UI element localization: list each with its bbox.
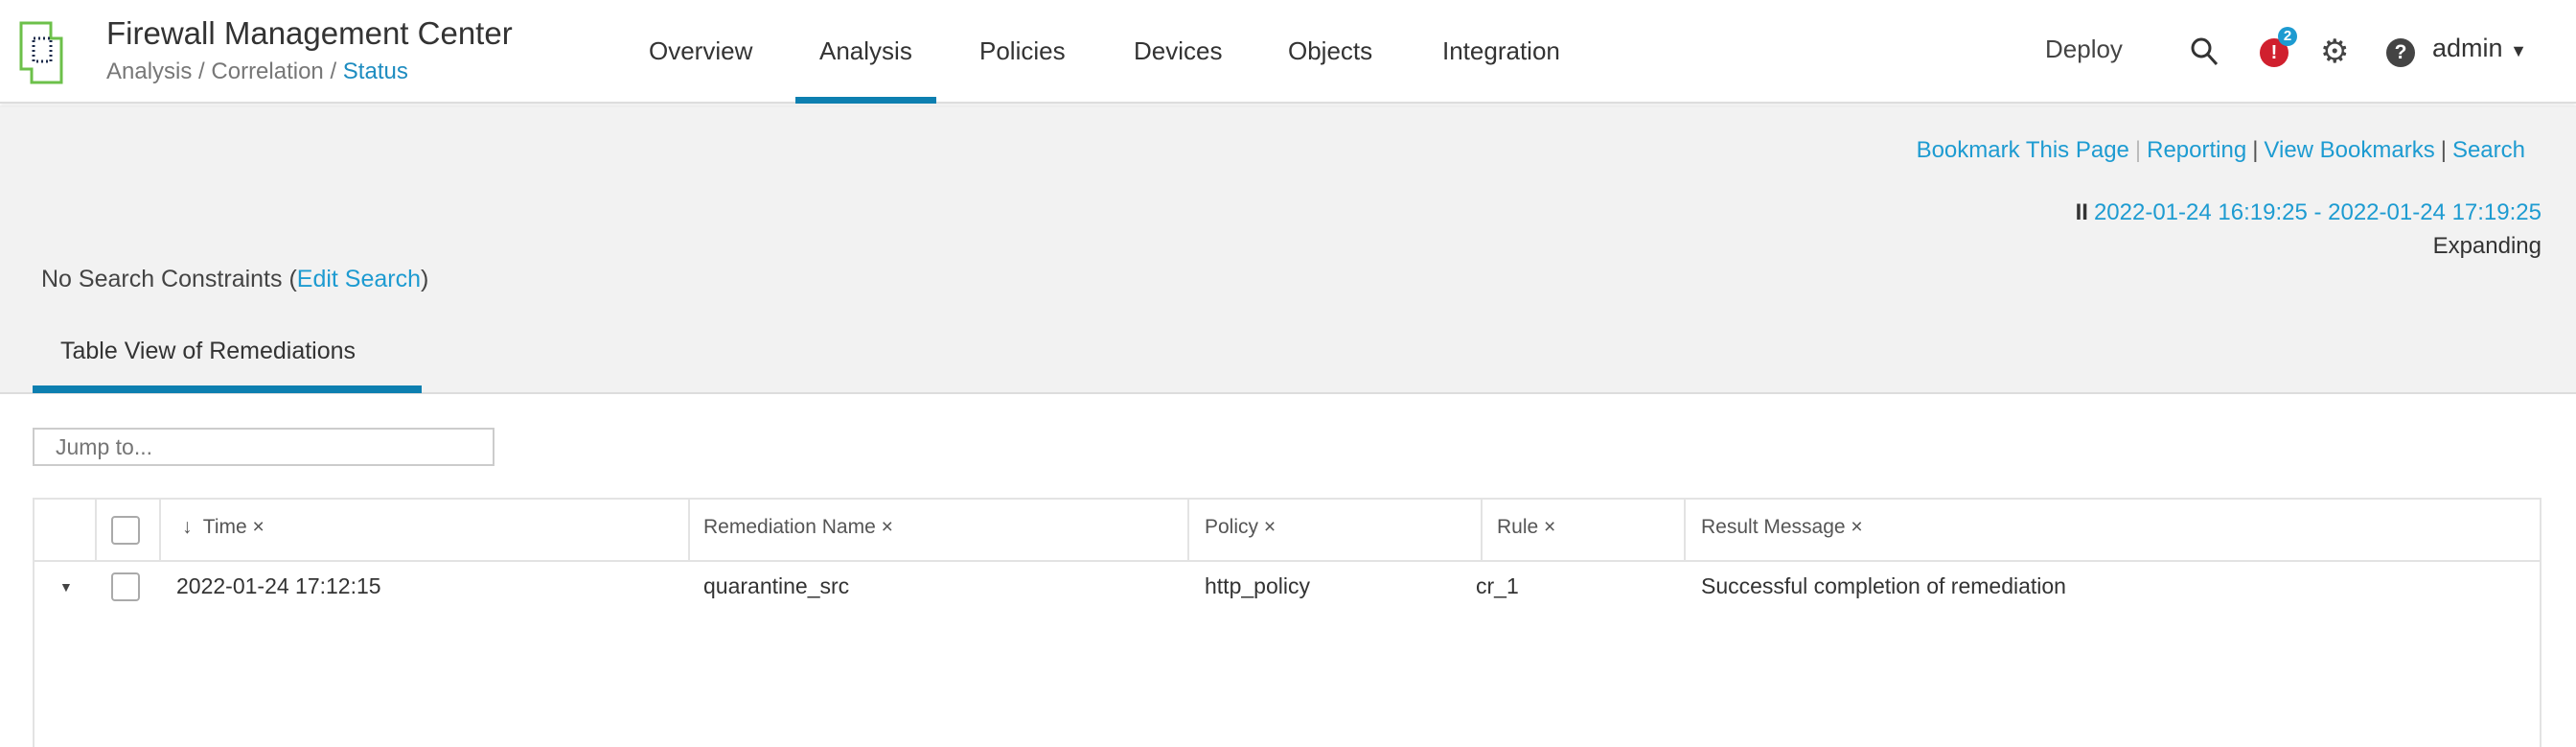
column-divider — [1481, 498, 1483, 562]
fmc-logo-icon — [19, 21, 63, 84]
sort-down-icon: ↓ — [182, 516, 193, 538]
nav-overview[interactable]: Overview — [649, 36, 752, 66]
select-all-checkbox[interactable] — [111, 516, 140, 545]
remediations-table — [33, 498, 2542, 747]
nav-objects[interactable]: Objects — [1288, 36, 1372, 66]
column-divider — [159, 498, 161, 562]
time-range-link[interactable]: 2022-01-24 16:19:25 - 2022-01-24 17:19:2… — [2094, 199, 2542, 225]
row-checkbox[interactable] — [111, 572, 140, 601]
column-divider — [95, 498, 97, 562]
search-link[interactable]: Search — [2452, 137, 2525, 163]
bookmark-links: Bookmark This Page | Reporting | View Bookma… — [1916, 137, 2525, 163]
gear-icon[interactable]: ⚙ — [2320, 33, 2349, 71]
column-divider — [1187, 498, 1189, 562]
nav-active-underline — [795, 97, 936, 104]
cell-rule: cr_1 — [1476, 573, 1519, 598]
help-icon[interactable]: ? — [2386, 38, 2415, 67]
cell-result-message: Successful completion of remediation — [1701, 573, 2066, 598]
nav-devices[interactable]: Devices — [1134, 36, 1222, 66]
nav-policies[interactable]: Policies — [979, 36, 1066, 66]
user-menu[interactable]: admin ▼ — [2432, 34, 2527, 63]
nav-integration[interactable]: Integration — [1442, 36, 1560, 66]
breadcrumb-status: Status — [342, 58, 408, 84]
column-time[interactable]: ↓ Time × — [182, 516, 264, 539]
edit-search-link[interactable]: Edit Search — [297, 266, 421, 292]
column-rule[interactable]: Rule × — [1497, 516, 1555, 539]
search-icon[interactable] — [2190, 36, 2219, 67]
header-divider — [33, 560, 2542, 562]
column-divider — [1684, 498, 1686, 562]
column-result-message[interactable]: Result Message × — [1701, 516, 1863, 539]
breadcrumb-analysis[interactable]: Analysis — [106, 58, 192, 84]
reporting-link[interactable]: Reporting — [2147, 137, 2246, 163]
pause-icon[interactable]: II — [2076, 199, 2088, 225]
breadcrumb: Analysis / Correlation / Status — [106, 58, 408, 84]
tab-active-underline — [33, 385, 422, 393]
search-constraints: No Search Constraints (Edit Search) — [41, 266, 429, 292]
cell-time: 2022-01-24 17:12:15 — [176, 573, 381, 598]
deploy-button[interactable]: Deploy — [2045, 35, 2123, 64]
jump-to-input[interactable] — [33, 428, 494, 466]
notification-badge: 2 — [2278, 27, 2297, 46]
view-bookmarks-link[interactable]: View Bookmarks — [2264, 137, 2434, 163]
time-range: II 2022-01-24 16:19:25 - 2022-01-24 17:19… — [2076, 199, 2542, 226]
column-remediation-name[interactable]: Remediation Name × — [703, 516, 893, 539]
cell-policy: http_policy — [1205, 573, 1310, 598]
column-policy[interactable]: Policy × — [1205, 516, 1276, 539]
tab-table-view[interactable]: Table View of Remediations — [60, 338, 356, 365]
time-mode: Expanding — [2432, 233, 2542, 259]
nav-analysis[interactable]: Analysis — [819, 36, 912, 66]
top-header: Firewall Management Center Analysis / Co… — [0, 0, 2576, 104]
expand-row-icon[interactable]: ▼ — [59, 579, 73, 595]
column-divider — [688, 498, 690, 562]
breadcrumb-correlation[interactable]: Correlation — [211, 58, 323, 84]
app-title: Firewall Management Center — [106, 15, 513, 51]
bookmark-this-page-link[interactable]: Bookmark This Page — [1917, 137, 2129, 163]
cell-remediation-name: quarantine_src — [703, 573, 850, 598]
chevron-down-icon: ▼ — [2510, 41, 2527, 60]
